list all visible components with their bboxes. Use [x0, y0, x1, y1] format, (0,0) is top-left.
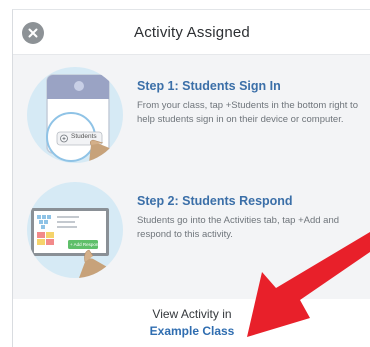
example-class-link[interactable]: Example Class	[13, 324, 370, 338]
step-1-description: From your class, tap +Students in the bo…	[137, 100, 358, 125]
activity-assigned-modal: Activity Assigned Students Step 1: Stude…	[12, 9, 370, 347]
laptop-illustration	[31, 208, 123, 278]
step-2-description: Students go into the Activities tab, tap…	[137, 215, 340, 240]
view-activity-label: View Activity in	[152, 307, 232, 321]
add-response-illustration-label: + Add Response	[70, 242, 104, 247]
step-2-title: Step 2: Students Respond	[137, 194, 293, 208]
modal-header: Activity Assigned	[13, 10, 370, 55]
students-sign-in-illustration: Students	[27, 67, 123, 163]
step-1-text: Step 1: Students Sign In From your class…	[137, 79, 367, 127]
tablet-illustration	[46, 74, 123, 163]
step-sign-in: Students Step 1: Students Sign In From y…	[13, 67, 370, 167]
modal-title: Activity Assigned	[134, 24, 250, 41]
screen: Activity Assigned Students Step 1: Stude…	[0, 0, 370, 347]
step-respond: + Add Response Step 2: Students Respond …	[13, 182, 370, 282]
steps-panel: Students Step 1: Students Sign In From y…	[13, 55, 370, 299]
step-1-title: Step 1: Students Sign In	[137, 79, 281, 93]
modal-footer: View Activity in Example Class	[13, 299, 370, 347]
students-respond-illustration: + Add Response	[27, 182, 123, 278]
step-2-text: Step 2: Students Respond Students go int…	[137, 194, 367, 242]
students-button-illustration-label: Students	[71, 133, 97, 140]
